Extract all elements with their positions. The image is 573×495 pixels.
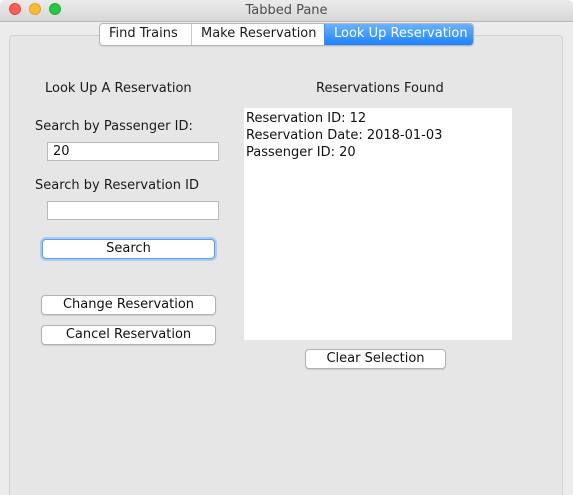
tab-make-reservation[interactable]: Make Reservation xyxy=(191,24,324,45)
tab-find-trains[interactable]: Find Trains xyxy=(100,24,191,45)
search-button[interactable]: Search xyxy=(42,239,215,259)
change-reservation-button[interactable]: Change Reservation xyxy=(41,295,216,315)
app-window: Tabbed Pane Find Trains Make Reservation… xyxy=(0,0,573,495)
tab-bar: Find Trains Make Reservation Look Up Res… xyxy=(99,23,474,46)
list-item: Reservation ID: 12 xyxy=(246,111,367,126)
lookup-heading: Look Up A Reservation xyxy=(45,81,192,96)
reservation-id-label: Search by Reservation ID xyxy=(35,178,199,193)
reservation-id-input[interactable] xyxy=(47,201,219,220)
tab-look-up-reservation[interactable]: Look Up Reservation xyxy=(324,24,473,45)
results-heading: Reservations Found xyxy=(316,81,444,96)
window-title: Tabbed Pane xyxy=(245,3,328,18)
passenger-id-label: Search by Passenger ID: xyxy=(35,119,193,134)
passenger-id-input[interactable]: 20 xyxy=(47,142,219,161)
reservations-list[interactable]: Reservation ID: 12 Reservation Date: 201… xyxy=(244,108,512,340)
cancel-reservation-button[interactable]: Cancel Reservation xyxy=(41,325,216,345)
list-item: Reservation Date: 2018-01-03 xyxy=(246,128,443,143)
clear-selection-button[interactable]: Clear Selection xyxy=(305,349,446,369)
list-item: Passenger ID: 20 xyxy=(246,145,356,160)
title-bar[interactable]: Tabbed Pane xyxy=(0,0,573,22)
